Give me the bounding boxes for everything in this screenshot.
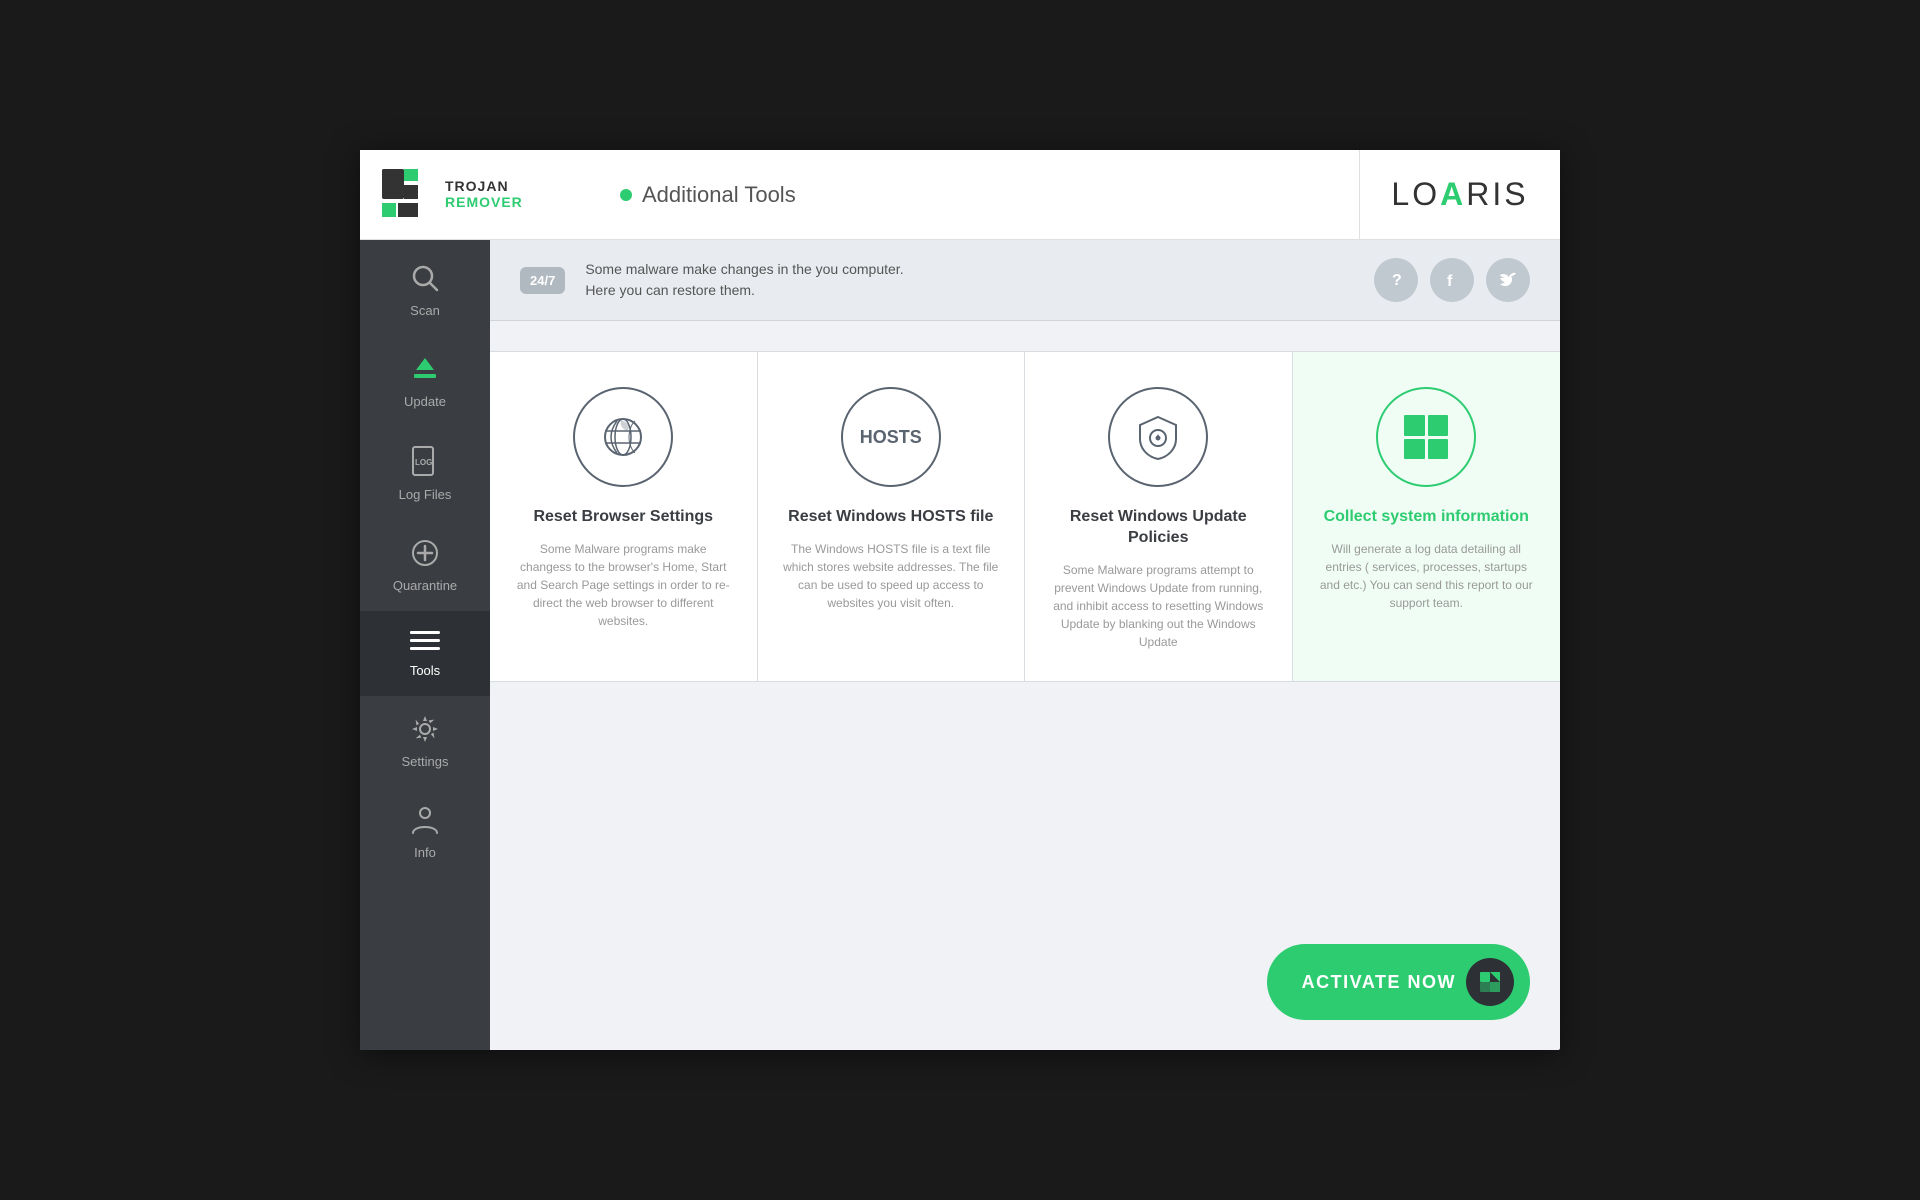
windows-icon-circle (1376, 387, 1476, 487)
banner-text: Some malware make changes in the you com… (585, 259, 1354, 301)
info-banner: 24/7 Some malware make changes in the yo… (490, 240, 1560, 321)
sidebar-tools-label: Tools (410, 663, 440, 678)
tool-card-reset-update[interactable]: Reset Windows Update Policies Some Malwa… (1025, 352, 1293, 681)
banner-badge: 24/7 (520, 267, 565, 294)
svg-text:f: f (1447, 273, 1453, 290)
bottom-area: ACTIVATE NOW (490, 712, 1560, 1050)
sidebar-item-quarantine[interactable]: Quarantine (360, 520, 490, 611)
tool-card-reset-browser[interactable]: Reset Browser Settings Some Malware prog… (490, 352, 758, 681)
sidebar-quarantine-label: Quarantine (393, 578, 457, 593)
update-icon (410, 354, 440, 388)
svg-text:?: ? (1392, 272, 1402, 289)
header-title: Additional Tools (642, 182, 796, 208)
header: TROJAN REMOVER Additional Tools LOARIS (360, 150, 1560, 240)
info-icon (411, 805, 439, 839)
logfiles-icon: LOG (411, 445, 439, 481)
sidebar-scan-label: Scan (410, 303, 440, 318)
tools-grid: Reset Browser Settings Some Malware prog… (490, 351, 1560, 682)
tool-desc-system: Will generate a log data detailing all e… (1318, 540, 1536, 612)
brand-loaris: LOARIS (1391, 176, 1528, 213)
sidebar-logfiles-label: Log Files (399, 487, 452, 502)
hosts-icon-circle: HOSTS (841, 387, 941, 487)
header-dot (620, 189, 632, 201)
sidebar: Scan Update LOG Log Fil (360, 240, 490, 1050)
help-icon-btn[interactable]: ? (1374, 258, 1418, 302)
tool-title-hosts: Reset Windows HOSTS file (788, 507, 993, 528)
svg-text:LOG: LOG (415, 458, 432, 467)
tool-desc-browser: Some Malware programs make changess to t… (515, 540, 732, 630)
logo-area: TROJAN REMOVER (360, 167, 590, 222)
tool-title-browser: Reset Browser Settings (533, 507, 713, 528)
sidebar-settings-label: Settings (402, 754, 449, 769)
sidebar-item-info[interactable]: Info (360, 787, 490, 878)
sidebar-update-label: Update (404, 394, 446, 409)
win-cell-1 (1404, 415, 1425, 436)
sidebar-item-logfiles[interactable]: LOG Log Files (360, 427, 490, 520)
header-brand: LOARIS (1360, 176, 1560, 213)
sidebar-item-tools[interactable]: Tools (360, 611, 490, 696)
tool-title-system: Collect system information (1324, 507, 1529, 528)
facebook-icon-btn[interactable]: f (1430, 258, 1474, 302)
tool-card-collect-system[interactable]: Collect system information Will generate… (1293, 352, 1561, 681)
shield-icon-circle (1108, 387, 1208, 487)
sidebar-item-settings[interactable]: Settings (360, 696, 490, 787)
tool-desc-update: Some Malware programs attempt to prevent… (1050, 561, 1267, 651)
tool-card-reset-hosts[interactable]: HOSTS Reset Windows HOSTS file The Windo… (758, 352, 1026, 681)
win-cell-2 (1428, 415, 1449, 436)
sidebar-info-label: Info (414, 845, 436, 860)
tool-desc-hosts: The Windows HOSTS file is a text file wh… (783, 540, 1000, 612)
settings-icon (410, 714, 440, 748)
windows-grid-icon (1404, 415, 1448, 459)
banner-line2: Here you can restore them. (585, 280, 1354, 301)
win-cell-3 (1404, 439, 1425, 460)
logo-remover: REMOVER (445, 195, 523, 210)
activate-label: ACTIVATE NOW (1302, 972, 1456, 993)
sidebar-item-scan[interactable]: Scan (360, 245, 490, 336)
sidebar-item-update[interactable]: Update (360, 336, 490, 427)
banner-icons: ? f (1374, 258, 1530, 302)
tools-icon (410, 629, 440, 657)
tool-title-update: Reset Windows Update Policies (1050, 507, 1267, 549)
scan-icon (410, 263, 440, 297)
logo-text: TROJAN REMOVER (445, 179, 523, 210)
win-cell-4 (1428, 439, 1449, 460)
quarantine-icon (410, 538, 440, 572)
header-center: Additional Tools (590, 182, 1359, 208)
app-window: TROJAN REMOVER Additional Tools LOARIS (360, 150, 1560, 1050)
main-body: Scan Update LOG Log Fil (360, 240, 1560, 1050)
logo-trojan: TROJAN (445, 179, 523, 194)
activate-now-button[interactable]: ACTIVATE NOW (1267, 944, 1530, 1020)
tools-area: Reset Browser Settings Some Malware prog… (490, 321, 1560, 1050)
banner-line1: Some malware make changes in the you com… (585, 259, 1354, 280)
browser-icon-circle (573, 387, 673, 487)
activate-badge-icon (1466, 958, 1514, 1006)
content-area: 24/7 Some malware make changes in the yo… (490, 240, 1560, 1050)
logo-icon (380, 167, 435, 222)
twitter-icon-btn[interactable] (1486, 258, 1530, 302)
hosts-text: HOSTS (860, 427, 922, 448)
